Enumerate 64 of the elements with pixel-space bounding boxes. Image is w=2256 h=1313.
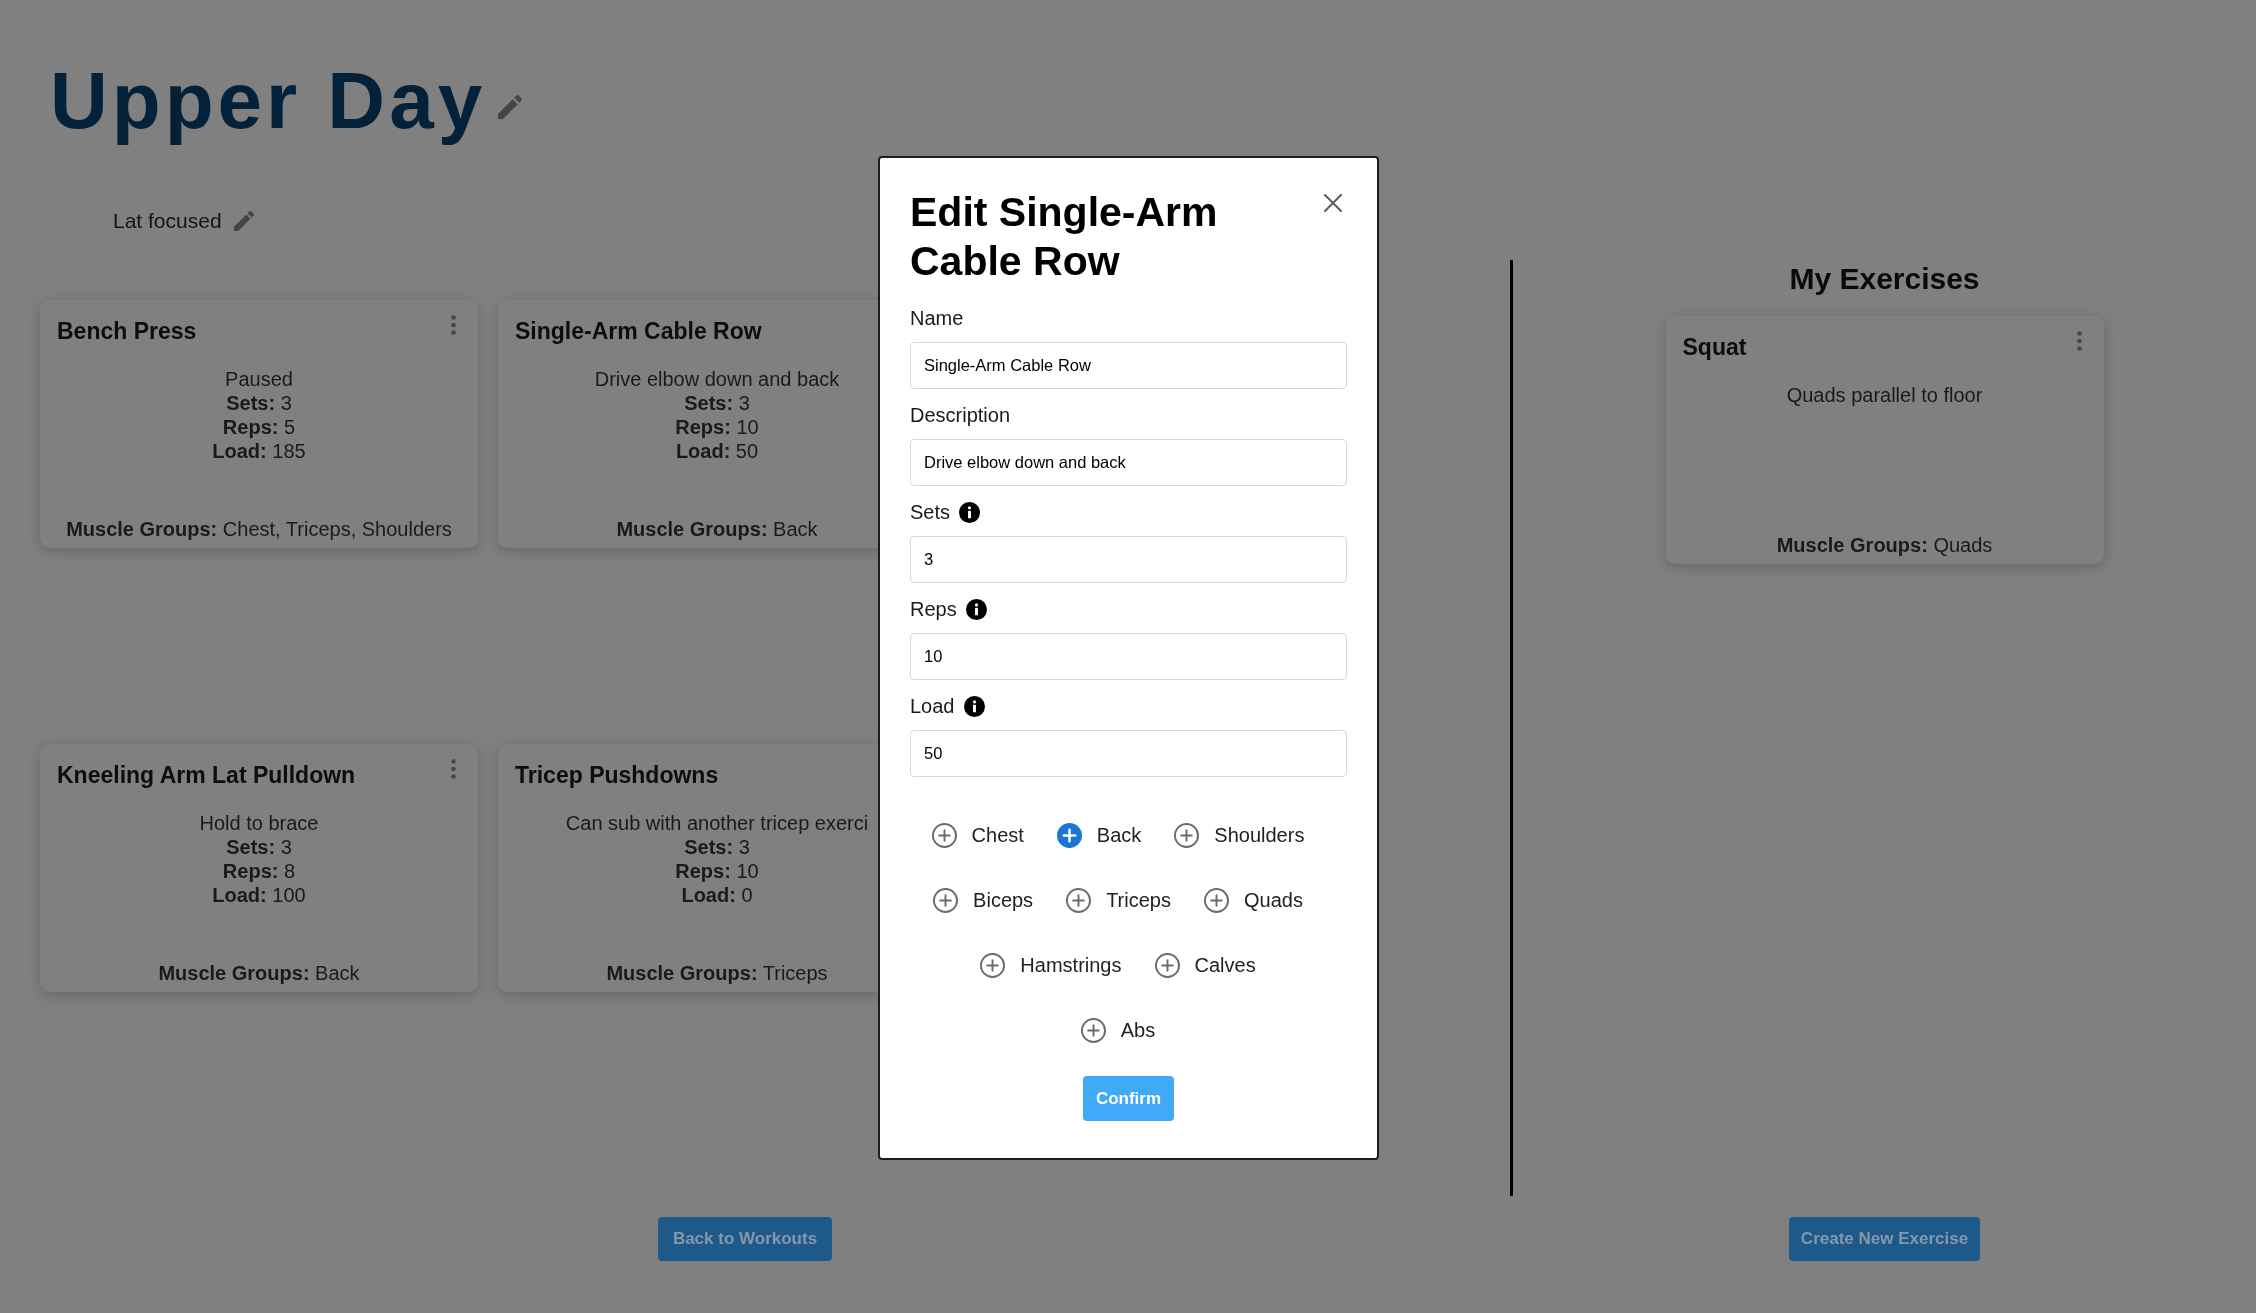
info-icon[interactable]	[965, 598, 987, 620]
field-label: Reps	[910, 597, 957, 621]
exercise-stat: Sets: 3	[684, 391, 750, 415]
text-field[interactable]: Drive elbow down and back	[910, 439, 1347, 486]
info-icon[interactable]	[963, 695, 985, 717]
plus-circle-icon[interactable]	[1154, 952, 1180, 978]
exercise-stat: Sets: 3	[226, 835, 292, 859]
exercise-stat: Reps: 10	[675, 859, 759, 883]
field-label: Sets	[910, 500, 951, 524]
plus-circle-icon[interactable]	[933, 887, 959, 913]
field-label: Name	[910, 306, 964, 330]
exercise-stat: Load: 100	[212, 883, 306, 907]
exercise-title: Squat	[1682, 333, 1747, 362]
muscle-group-chip[interactable]: Shoulders	[1174, 815, 1305, 855]
exercise-stat: Sets: 3	[226, 391, 292, 415]
muscle-group-chip[interactable]: Triceps	[1066, 880, 1171, 920]
muscle-group-chip[interactable]: Chest	[931, 815, 1024, 855]
exercise-description: Quads parallel to floor	[1786, 383, 1983, 407]
close-icon[interactable]	[1324, 194, 1342, 212]
exercise-stat: Load: 185	[212, 439, 306, 463]
exercise-stat: Sets: 3	[684, 835, 750, 859]
text-field[interactable]: Single-Arm Cable Row	[910, 342, 1347, 389]
muscle-groups-text: Muscle Groups: Quads	[1776, 533, 1993, 557]
exercise-description: Hold to brace	[199, 811, 319, 835]
info-icon[interactable]	[959, 501, 981, 523]
muscle-group-chip[interactable]: Biceps	[933, 880, 1034, 920]
muscle-group-chip[interactable]: Abs	[1080, 1010, 1156, 1050]
muscle-groups-text: Muscle Groups: Triceps	[606, 961, 828, 985]
exercise-title: Single-Arm Cable Row	[515, 317, 762, 346]
plus-circle-icon[interactable]	[980, 952, 1006, 978]
exercise-stat: Reps: 8	[222, 859, 296, 883]
pencil-icon[interactable]	[233, 211, 254, 231]
dialog-title: Edit Single-Arm Cable Row	[910, 188, 1219, 286]
exercise-stat: Reps: 10	[675, 415, 759, 439]
exercise-stat: Load: 50	[675, 439, 759, 463]
exercise-stat: Load: 0	[681, 883, 753, 907]
muscle-group-chip[interactable]: Quads	[1203, 880, 1303, 920]
exercise-title: Kneeling Arm Lat Pulldown	[57, 761, 356, 790]
muscle-group-chip[interactable]: Calves	[1154, 945, 1256, 985]
exercise-description: Can sub with another tricep exerci	[565, 811, 869, 835]
plus-circle-icon[interactable]	[1080, 1017, 1106, 1043]
text-field[interactable]: 3	[910, 536, 1347, 583]
plus-circle-icon[interactable]	[1056, 822, 1082, 848]
field-label: Load	[910, 694, 955, 718]
section-heading: My Exercises	[1789, 261, 1980, 297]
muscle-groups-text: Muscle Groups: Chest, Triceps, Shoulders	[66, 517, 452, 541]
plus-circle-icon[interactable]	[1066, 887, 1092, 913]
muscle-group-chip[interactable]: Hamstrings	[980, 945, 1122, 985]
exercise-stat: Reps: 5	[222, 415, 296, 439]
exercise-description: Paused	[225, 367, 293, 391]
workout-description: Lat focused	[113, 208, 222, 234]
muscle-groups-text: Muscle Groups: Back	[158, 961, 360, 985]
plus-circle-icon[interactable]	[1203, 887, 1229, 913]
text-field[interactable]: 10	[910, 633, 1347, 680]
field-label: Description	[910, 403, 1011, 427]
plus-circle-icon[interactable]	[1174, 822, 1200, 848]
plus-circle-icon[interactable]	[931, 822, 957, 848]
muscle-groups-text: Muscle Groups: Back	[616, 517, 818, 541]
text-field[interactable]: 50	[910, 730, 1347, 777]
pencil-icon[interactable]	[498, 95, 523, 119]
exercise-title: Tricep Pushdowns	[515, 761, 719, 790]
exercise-description: Drive elbow down and back	[594, 367, 840, 391]
muscle-group-chip[interactable]: Back	[1056, 815, 1142, 855]
exercise-title: Bench Press	[57, 317, 197, 346]
